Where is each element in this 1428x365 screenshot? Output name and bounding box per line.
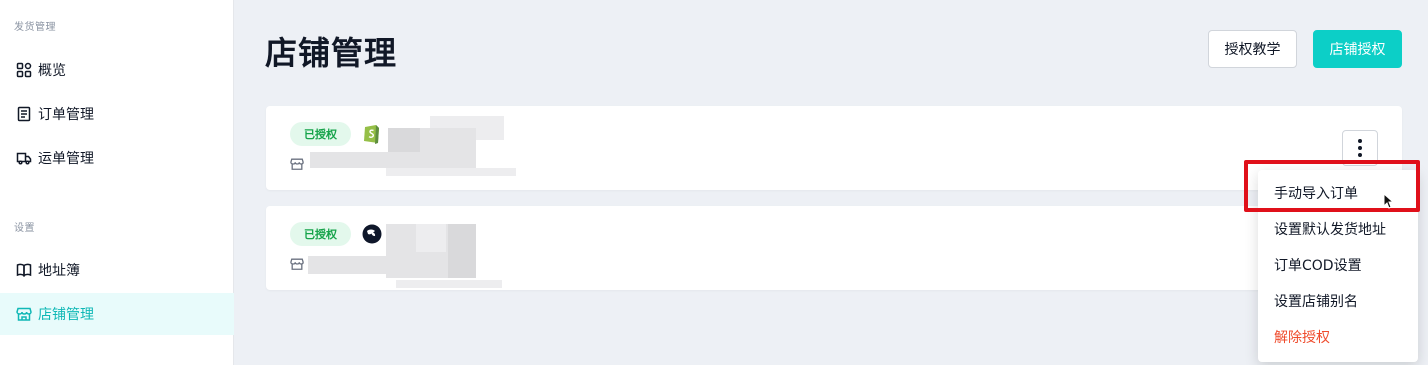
dot <box>1358 139 1362 143</box>
menu-item-store-alias[interactable]: 设置店铺别名 <box>1274 291 1358 311</box>
redacted-block <box>416 224 446 252</box>
redacted-block <box>386 168 516 176</box>
shopline-icon <box>362 224 382 246</box>
dot <box>1358 153 1362 157</box>
store-icon <box>16 306 32 322</box>
book-icon <box>16 262 32 278</box>
status-badge: 已授权 <box>290 222 351 246</box>
section-title-settings: 设置 <box>14 223 35 234</box>
authorize-store-button[interactable]: 店铺授权 <box>1313 30 1402 68</box>
grid-icon <box>16 62 32 78</box>
shopify-icon <box>362 122 382 144</box>
sidebar-item-waybills[interactable]: 运单管理 <box>0 137 234 179</box>
menu-item-revoke-authorization[interactable]: 解除授权 <box>1274 327 1330 347</box>
sidebar-item-label: 运单管理 <box>38 151 94 167</box>
menu-item-default-address[interactable]: 设置默认发货地址 <box>1274 219 1386 239</box>
sidebar-item-address-book[interactable]: 地址簿 <box>0 249 234 291</box>
clipboard-icon <box>16 106 32 122</box>
shop-icon <box>290 156 304 170</box>
store-card: 已授权 <box>266 206 1402 290</box>
sidebar-item-overview[interactable]: 概览 <box>0 49 234 91</box>
dot <box>1358 146 1362 150</box>
sidebar-item-label: 店铺管理 <box>38 307 94 323</box>
sidebar-item-label: 订单管理 <box>38 107 94 123</box>
store-card: 已授权 <box>266 106 1402 190</box>
mouse-cursor-icon <box>1383 192 1395 213</box>
redacted-block <box>396 280 502 288</box>
tutorial-button[interactable]: 授权教学 <box>1208 30 1297 68</box>
menu-item-cod-settings[interactable]: 订单COD设置 <box>1274 255 1362 275</box>
sidebar-item-label: 地址簿 <box>38 263 80 279</box>
page-title: 店铺管理 <box>265 34 398 72</box>
redacted-block <box>310 152 420 168</box>
redacted-block <box>448 224 476 278</box>
sidebar-item-orders[interactable]: 订单管理 <box>0 93 234 135</box>
redacted-block <box>308 256 418 274</box>
status-badge: 已授权 <box>290 122 351 146</box>
truck-icon <box>16 150 32 166</box>
sidebar-item-label: 概览 <box>38 63 66 79</box>
shop-icon <box>290 256 304 270</box>
sidebar: 发货管理 概览 订单管理 运单管理 设置 地址簿 店铺管理 <box>0 0 234 365</box>
sidebar-item-store-management[interactable]: 店铺管理 <box>0 293 234 335</box>
section-title-shipping: 发货管理 <box>14 22 56 33</box>
